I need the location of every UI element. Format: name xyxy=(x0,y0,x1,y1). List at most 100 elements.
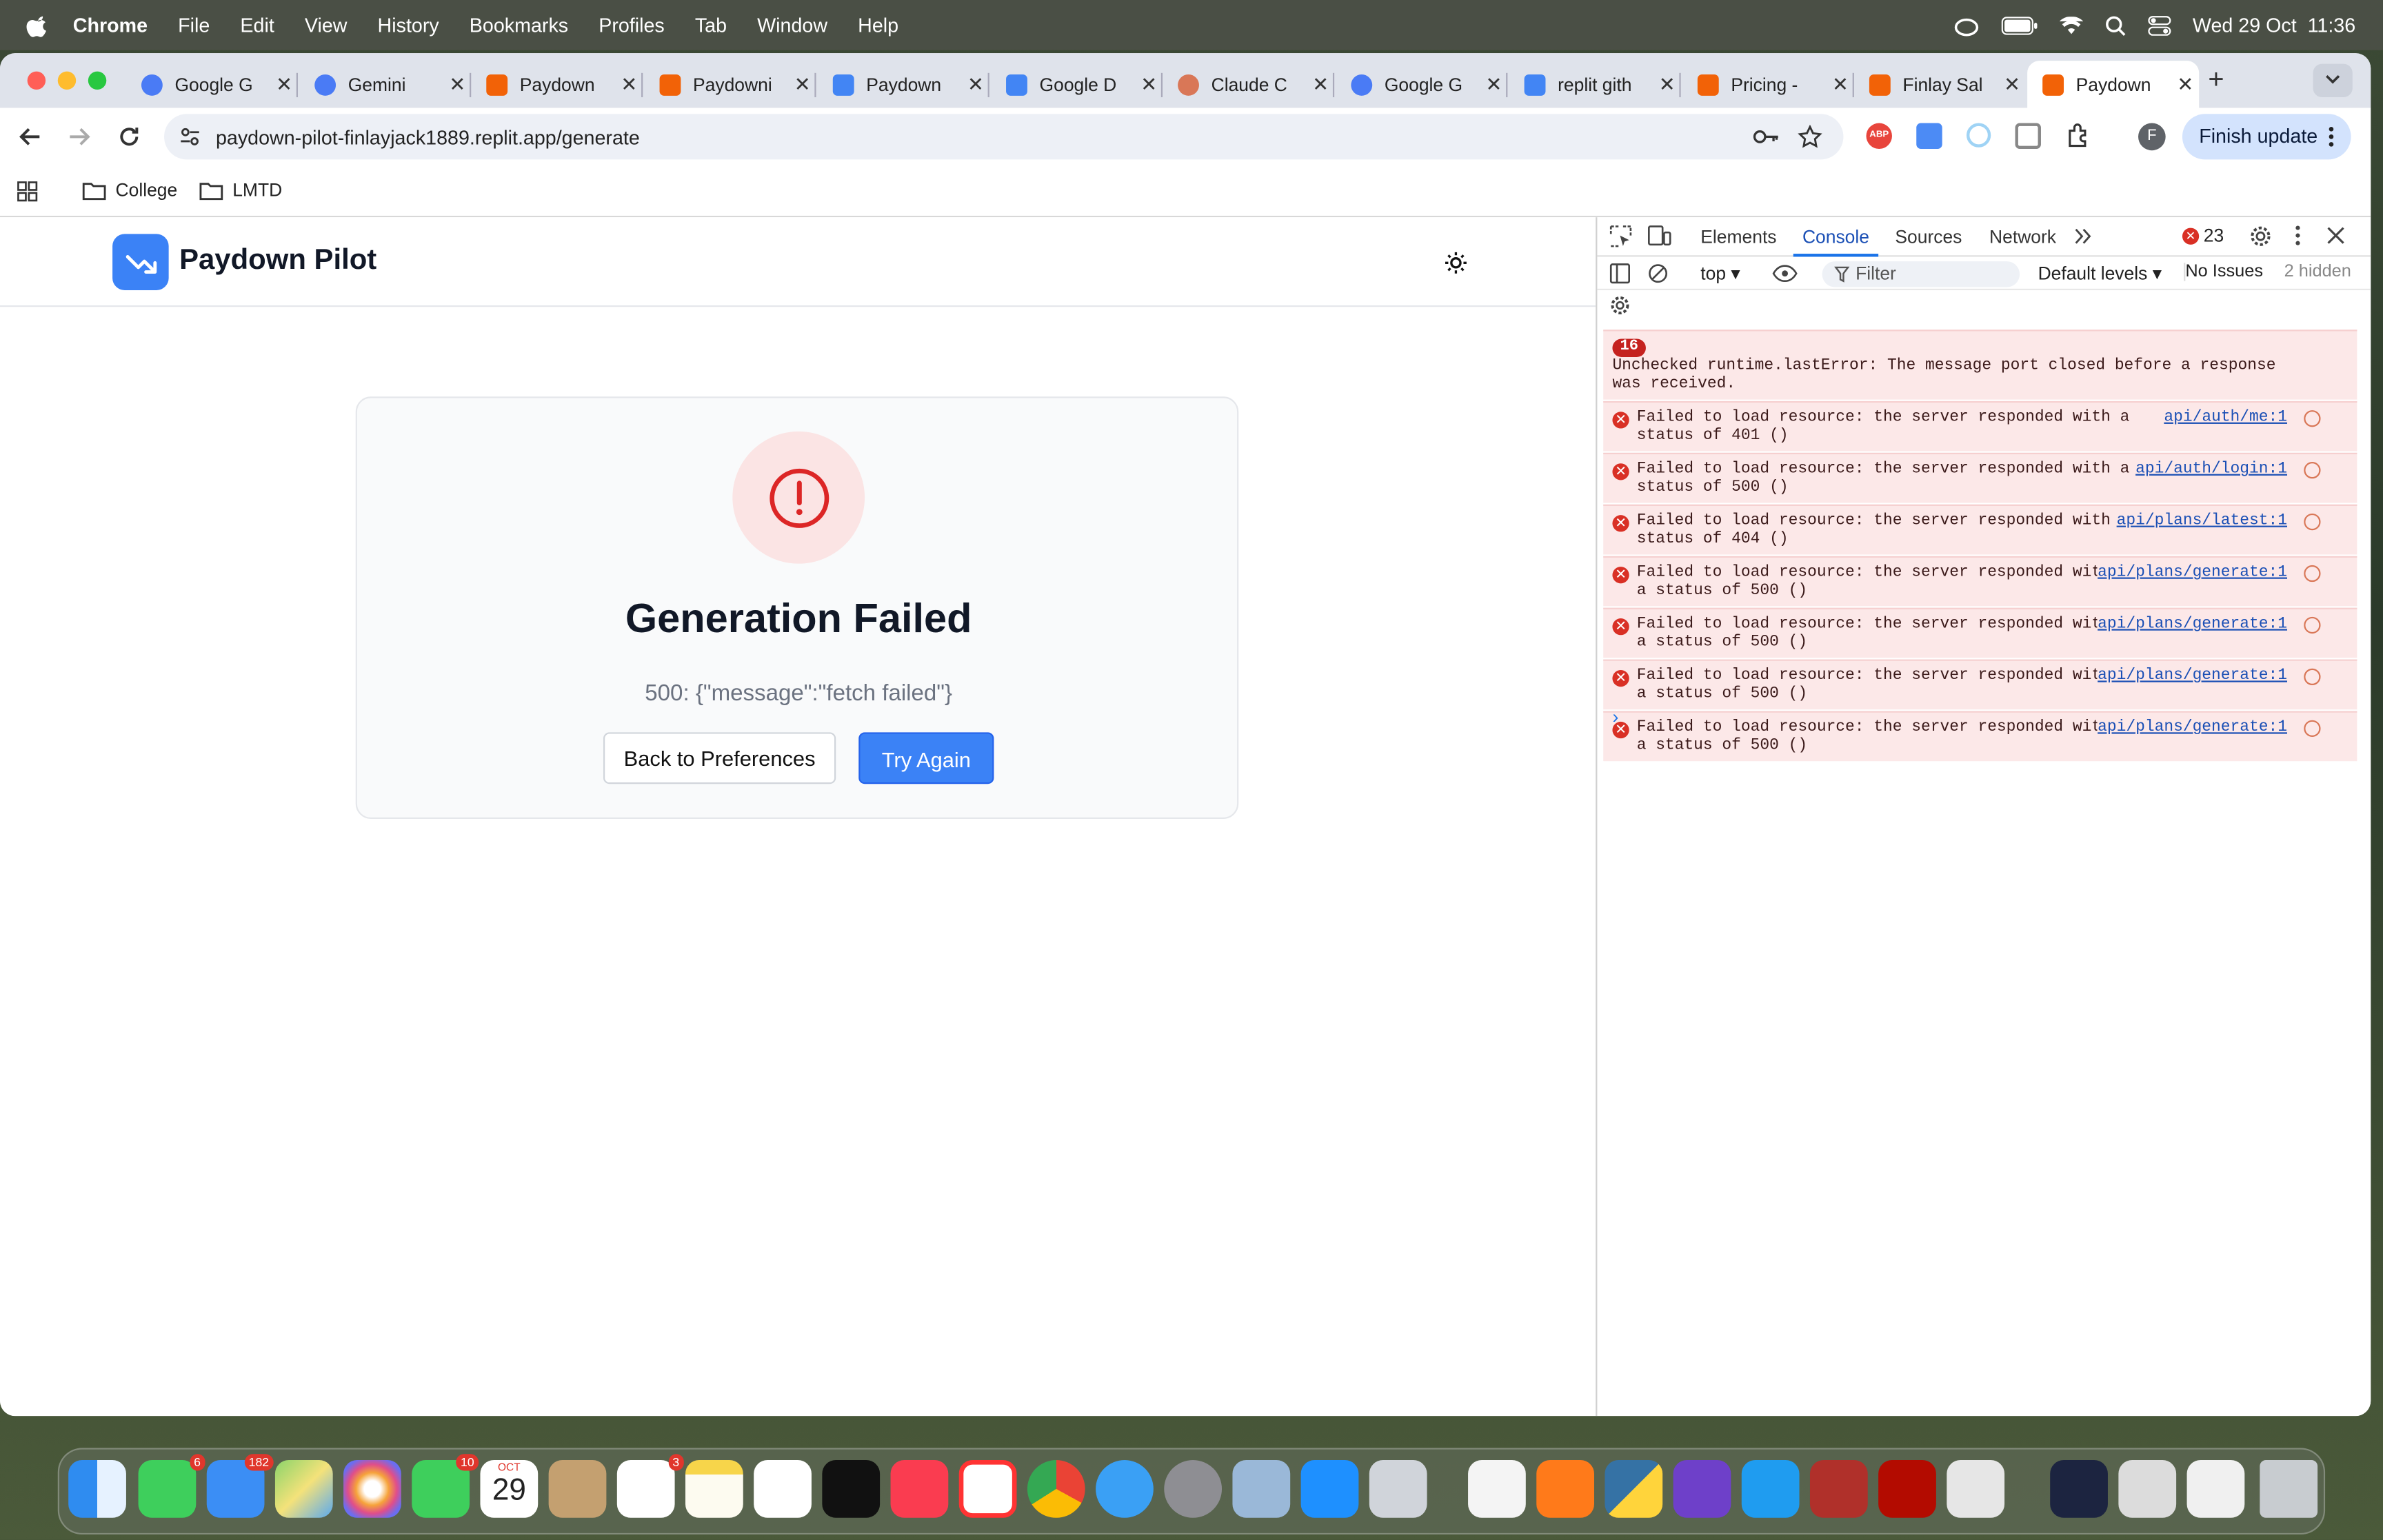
dock-reminders[interactable]: 3 xyxy=(616,1454,684,1518)
dock-system-settings[interactable] xyxy=(1164,1460,1223,1518)
dock-music[interactable] xyxy=(890,1460,949,1518)
console-error-row[interactable]: ✕ Failed to load resource: the server res… xyxy=(1603,711,2357,762)
browser-tab[interactable]: Gemini ✕ xyxy=(299,61,472,108)
spotlight-search-icon[interactable] xyxy=(2104,14,2126,36)
wifi-icon[interactable] xyxy=(2059,16,2083,34)
browser-tab[interactable]: Paydown ✕ xyxy=(2027,61,2200,108)
close-tab-icon[interactable]: ✕ xyxy=(789,72,816,97)
minimize-window-button[interactable] xyxy=(57,71,77,90)
tab-search-button[interactable] xyxy=(2313,63,2353,98)
console-settings-gear-icon[interactable] xyxy=(1609,295,1631,316)
menu-tab[interactable]: Tab xyxy=(695,14,727,37)
extensions-puzzle-icon[interactable] xyxy=(2065,123,2091,149)
app-logo[interactable] xyxy=(112,234,169,290)
console-source-link[interactable]: api/plans/latest:1 xyxy=(2116,511,2288,531)
close-tab-icon[interactable]: ✕ xyxy=(1135,72,1163,97)
browser-tab[interactable]: Paydown ✕ xyxy=(471,61,643,108)
console-error-row[interactable]: ✕ Failed to load resource: the server res… xyxy=(1603,452,2357,503)
menu-help[interactable]: Help xyxy=(858,14,898,37)
forward-arrow-icon[interactable] xyxy=(64,121,94,152)
close-tab-icon[interactable]: ✕ xyxy=(616,72,643,97)
reload-icon[interactable] xyxy=(114,121,144,152)
browser-tab[interactable]: Pricing - ✕ xyxy=(1682,61,1854,108)
close-tab-icon[interactable]: ✕ xyxy=(2172,72,2200,97)
close-tab-icon[interactable]: ✕ xyxy=(444,72,472,97)
dock-recent-1[interactable] xyxy=(2050,1460,2108,1518)
devtools-tab-elements[interactable]: Elements xyxy=(1700,226,1776,247)
dock-acrobat[interactable] xyxy=(1878,1460,1936,1518)
menu-view[interactable]: View xyxy=(305,14,348,37)
console-source-link[interactable]: api/auth/login:1 xyxy=(2135,460,2288,479)
browser-tab[interactable]: Paydowni ✕ xyxy=(644,61,816,108)
profile-avatar[interactable]: F xyxy=(2138,123,2166,151)
finish-update-button[interactable]: Finish update xyxy=(2182,114,2351,160)
console-source-link[interactable]: api/plans/generate:1 xyxy=(2098,718,2288,737)
repeat-count-badge[interactable]: 16 xyxy=(1612,338,1646,357)
new-tab-button[interactable]: + xyxy=(2208,64,2224,96)
menu-edit[interactable]: Edit xyxy=(240,14,274,37)
dock-downloads[interactable] xyxy=(2118,1460,2177,1518)
insights-icon[interactable] xyxy=(2304,616,2321,634)
control-center-icon[interactable] xyxy=(2147,14,2171,36)
menu-profiles[interactable]: Profiles xyxy=(599,14,665,37)
close-tab-icon[interactable]: ✕ xyxy=(1307,72,1334,97)
browser-tab[interactable]: Google G ✕ xyxy=(1336,61,1508,108)
error-count-badge[interactable]: ✕ 23 xyxy=(2182,225,2224,246)
more-tabs-chevron-icon[interactable] xyxy=(2074,228,2092,245)
back-to-preferences-button[interactable]: Back to Preferences xyxy=(603,732,836,784)
dock-iphone-mirroring[interactable] xyxy=(1369,1460,1427,1518)
context-selector[interactable]: top ▾ xyxy=(1700,263,1740,284)
apple-icon[interactable] xyxy=(24,12,52,39)
close-tab-icon[interactable]: ✕ xyxy=(962,72,989,97)
address-bar[interactable]: paydown-pilot-finlayjack1889.replit.app/… xyxy=(164,114,1844,160)
bookmark-folder-college[interactable]: College xyxy=(82,179,177,201)
dock-chrome[interactable] xyxy=(1027,1460,1085,1518)
dock-freeform[interactable] xyxy=(754,1460,812,1518)
insights-icon[interactable] xyxy=(2304,720,2321,737)
console-error-row[interactable]: ✕ Failed to load resource: the server res… xyxy=(1603,659,2357,710)
console-source-link[interactable]: api/auth/me:1 xyxy=(2164,408,2288,427)
creative-cloud-icon[interactable] xyxy=(1953,14,1980,36)
translate-extension-icon[interactable] xyxy=(1916,123,1942,149)
dock-news[interactable] xyxy=(958,1460,1017,1518)
dock-infuse[interactable] xyxy=(1536,1460,1594,1518)
bookmark-folder-lmtd[interactable]: LMTD xyxy=(199,179,282,201)
dock-apple-tv[interactable] xyxy=(822,1460,881,1518)
loading-extension-icon[interactable] xyxy=(1966,123,1991,148)
console-prompt-chevron[interactable]: › xyxy=(1612,707,1618,728)
url-text[interactable]: paydown-pilot-finlayjack1889.replit.app/… xyxy=(216,125,640,148)
dock-messages[interactable]: 6 xyxy=(138,1454,205,1518)
close-tab-icon[interactable]: ✕ xyxy=(270,72,298,97)
device-toolbar-icon[interactable] xyxy=(1647,225,1671,247)
clear-console-icon[interactable] xyxy=(1647,263,1669,284)
menu-bookmarks[interactable]: Bookmarks xyxy=(470,14,568,37)
browser-tab[interactable]: replit gith ✕ xyxy=(1509,61,1681,108)
devtools-tab-console[interactable]: Console xyxy=(1793,226,1879,257)
dock-app-store[interactable] xyxy=(1300,1460,1359,1518)
adblock-extension-icon[interactable]: ABP xyxy=(1866,123,1892,149)
insights-icon[interactable] xyxy=(2304,565,2321,582)
console-error-row[interactable]: ✕ Failed to load resource: the server res… xyxy=(1603,607,2357,658)
zoom-window-button[interactable] xyxy=(88,71,107,90)
log-levels-dropdown[interactable]: Default levels ▾ xyxy=(2038,263,2162,284)
close-tab-icon[interactable]: ✕ xyxy=(1480,72,1508,97)
browser-tab[interactable]: Google G ✕ xyxy=(126,61,298,108)
menu-history[interactable]: History xyxy=(378,14,439,37)
dock-calendar[interactable]: OCT 29 xyxy=(480,1460,539,1518)
insights-icon[interactable] xyxy=(2304,668,2321,686)
bookmark-star-icon[interactable] xyxy=(1798,124,1822,149)
password-key-icon[interactable] xyxy=(1752,126,1780,148)
dock-dictionary[interactable] xyxy=(1809,1460,1868,1518)
insights-icon[interactable] xyxy=(2304,410,2321,427)
menu-file[interactable]: File xyxy=(178,14,210,37)
dock-contacts[interactable] xyxy=(548,1460,607,1518)
browser-tab[interactable]: Paydown ✕ xyxy=(818,61,989,108)
menubar-clock[interactable]: Wed 29 Oct 11:36 xyxy=(2193,14,2355,37)
menu-window[interactable]: Window xyxy=(757,14,827,37)
close-window-button[interactable] xyxy=(27,71,46,90)
site-settings-icon[interactable] xyxy=(179,126,201,148)
insights-icon[interactable] xyxy=(2304,462,2321,479)
issues-label[interactable]: No Issues xyxy=(2184,263,2263,281)
back-arrow-icon[interactable] xyxy=(15,121,46,152)
devtools-settings-gear-icon[interactable] xyxy=(2249,225,2272,247)
